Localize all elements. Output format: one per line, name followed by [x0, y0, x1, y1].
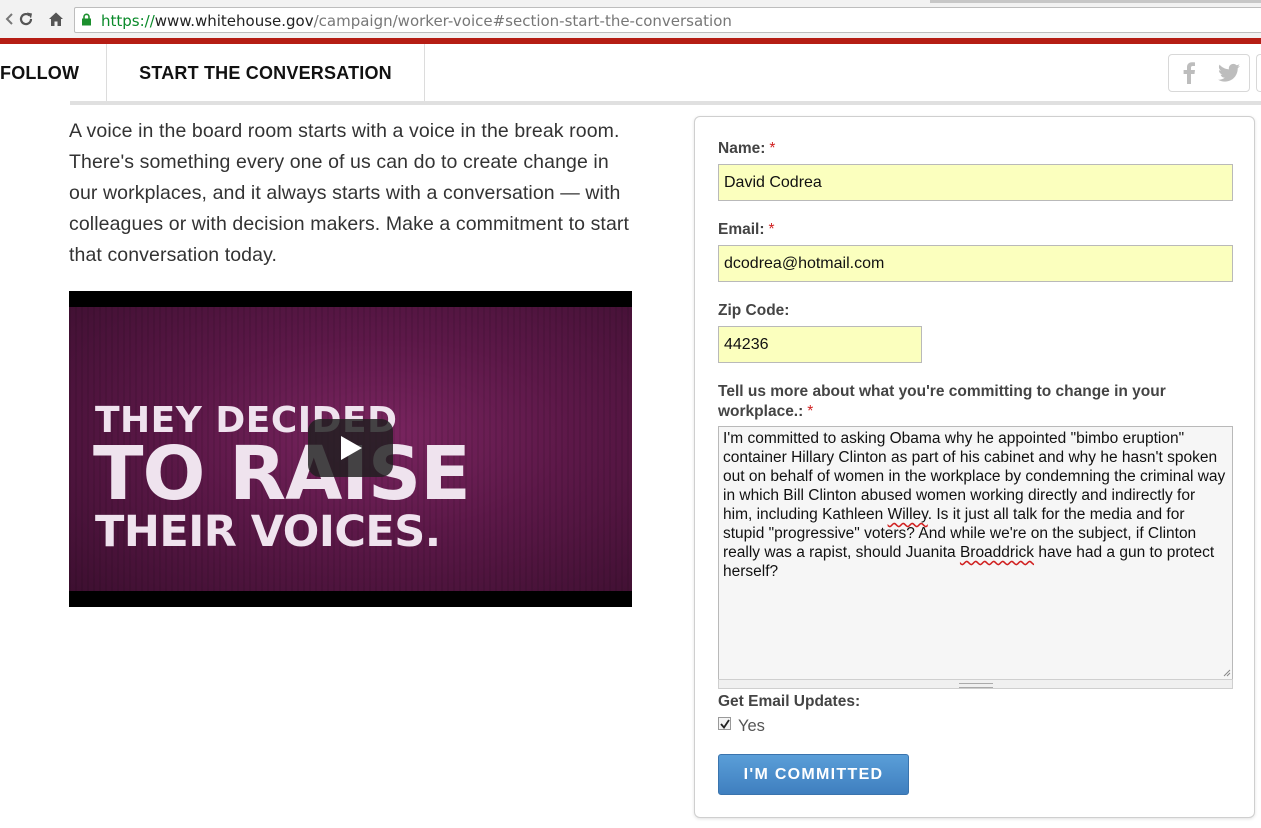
- nav-follow[interactable]: FOLLOW: [0, 44, 107, 102]
- reload-icon[interactable]: [16, 9, 36, 29]
- video-player[interactable]: THEY DECIDED TO RAISE THEIR VOICES.: [69, 291, 632, 607]
- nav-start-the-conversation[interactable]: START THE CONVERSATION: [107, 44, 425, 102]
- twitter-icon[interactable]: [1218, 62, 1240, 84]
- social-share-group: [1168, 54, 1250, 92]
- checkmark-icon: [719, 719, 730, 729]
- video-title-line-2: TO RAISE: [93, 431, 471, 517]
- email-updates-option[interactable]: Yes: [738, 717, 765, 736]
- section-nav: FOLLOW START THE CONVERSATION: [0, 44, 1261, 102]
- submit-button[interactable]: I'M COMMITTED: [718, 754, 909, 795]
- tab-strip-edge: [930, 0, 1261, 3]
- address-bar[interactable]: https://www.whitehouse.gov/campaign/work…: [74, 7, 1261, 33]
- url-text: https://www.whitehouse.gov/campaign/work…: [101, 12, 732, 30]
- nav-divider: [70, 101, 1261, 105]
- zip-field[interactable]: 44236: [718, 326, 922, 363]
- spellcheck-word: Willey: [887, 506, 928, 523]
- social-overflow-edge: [1256, 54, 1261, 92]
- play-icon: [340, 436, 362, 460]
- facebook-icon[interactable]: [1178, 62, 1200, 84]
- required-marker: *: [807, 403, 814, 420]
- email-field[interactable]: dcodrea@hotmail.com: [718, 245, 1233, 282]
- commitment-textarea[interactable]: I'm committed to asking Obama why he app…: [718, 426, 1233, 680]
- play-button[interactable]: [308, 419, 393, 477]
- email-updates-label: Get Email Updates:: [718, 693, 861, 710]
- commitment-label: Tell us more about what you're committin…: [718, 383, 1166, 420]
- video-thumbnail: THEY DECIDED TO RAISE THEIR VOICES.: [69, 307, 632, 591]
- email-label: Email: *: [718, 221, 775, 238]
- name-field[interactable]: David Codrea: [718, 164, 1233, 201]
- video-title-line-3: THEIR VOICES.: [95, 507, 441, 557]
- required-marker: *: [769, 140, 776, 157]
- zip-label: Zip Code:: [718, 302, 790, 319]
- home-icon[interactable]: [46, 9, 66, 29]
- name-label: Name: *: [718, 140, 776, 157]
- spellcheck-word: Broaddrick: [959, 544, 1035, 561]
- resize-grip-icon[interactable]: [1222, 668, 1231, 677]
- required-marker: *: [768, 221, 775, 238]
- textarea-resize-bar[interactable]: [718, 679, 1233, 689]
- email-updates-checkbox[interactable]: [718, 717, 731, 730]
- browser-toolbar: https://www.whitehouse.gov/campaign/work…: [0, 0, 1261, 38]
- intro-paragraph: A voice in the board room starts with a …: [69, 120, 629, 266]
- lock-icon: [82, 13, 91, 26]
- drag-handle-icon: [959, 683, 993, 688]
